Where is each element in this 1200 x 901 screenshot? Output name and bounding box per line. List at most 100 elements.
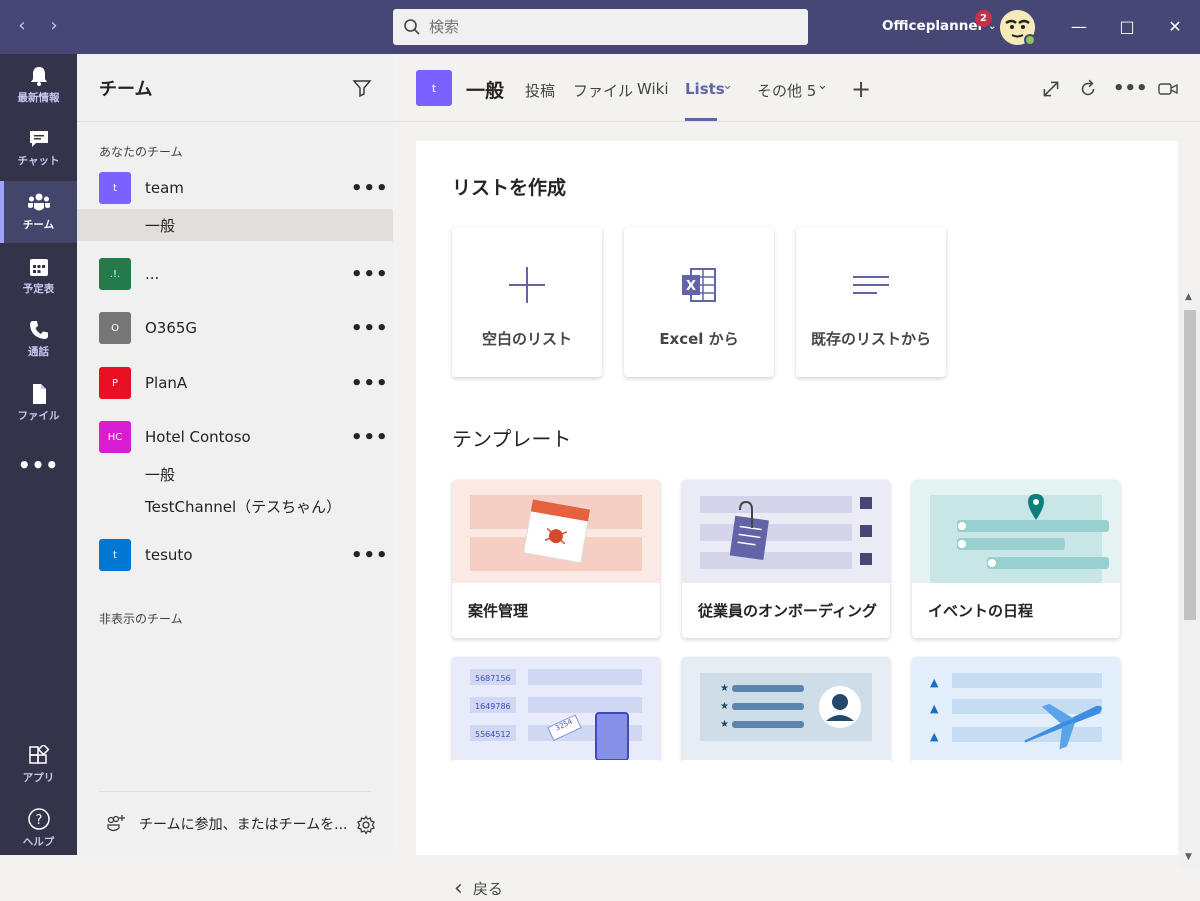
create-list-heading: リストを作成 [452,177,567,199]
template-card-onboarding[interactable]: 従業員のオンボーディング [682,480,890,638]
rail-label: ヘルプ [22,836,55,848]
meet-video-icon[interactable] [1157,78,1179,100]
team-row[interactable]: HC Hotel Contoso ••• [77,417,393,457]
rail-activity[interactable]: 最新情報 [0,54,77,116]
team-avatar: HC [99,421,131,453]
more-icon: ••• [17,453,60,477]
more-options-icon[interactable]: ••• [351,178,389,199]
asset-number: 5687156 [475,674,511,683]
back-arrow-icon[interactable]: ‹ [8,12,36,40]
team-name: Hotel Contoso [145,428,251,446]
blank-list-card[interactable]: 空白のリスト [452,227,602,377]
expand-icon[interactable] [1040,78,1062,100]
teams-pane: チーム あなたのチーム t team ••• 一般 .!. ... ••• O … [77,54,393,855]
account-name: Officeplanner [882,18,985,34]
channel-item[interactable]: TestChannel（テスちゃん） [77,490,393,522]
hidden-teams-label[interactable]: 非表示のチーム [99,610,183,627]
channel-item[interactable]: 一般 [77,458,393,490]
rail-chat[interactable]: チャット [0,117,77,179]
more-options-icon[interactable]: ••• [351,545,389,566]
teams-icon [27,193,50,211]
card-label: Excel から [659,330,739,348]
team-avatar: .!. [99,258,131,290]
template-label: イベントの日程 [928,602,1034,620]
search-box[interactable] [393,9,808,45]
asset-number: 5564512 [475,730,511,739]
channel-item[interactable]: 一般 [77,209,393,241]
excel-import-card[interactable]: X Excel から [624,227,774,377]
presence-available-icon [1024,34,1036,46]
gear-icon[interactable] [356,815,376,835]
tab-more[interactable]: その他 5 [757,80,816,101]
svg-text:▲: ▲ [930,730,939,743]
scroll-down-icon[interactable]: ▼ [1185,852,1192,862]
chat-icon [29,131,48,147]
more-options-icon[interactable]: ••• [351,318,389,339]
team-row[interactable]: t tesuto ••• [77,535,393,575]
template-label: 従業員のオンボーディング [698,602,877,620]
scrollbar-thumb[interactable] [1184,310,1196,620]
more-options-icon[interactable]: ••• [1113,78,1148,100]
tab-files[interactable]: ファイル [573,80,633,101]
plus-icon [509,267,545,303]
rail-apps[interactable]: アプリ [0,734,77,796]
template-card-issue-tracker[interactable]: 案件管理 [452,480,660,638]
back-button[interactable]: ‹ 戻る [454,875,503,901]
add-tab-icon[interactable]: + [851,75,871,103]
scroll-up-icon[interactable]: ▲ [1185,292,1192,302]
team-row[interactable]: t team ••• [77,168,393,208]
rail-label: 最新情報 [17,92,60,104]
team-avatar: t [99,539,131,571]
scrollbar[interactable]: ▲ ▼ [1180,290,1200,868]
channel-title: 一般 [466,80,505,102]
tab-lists[interactable]: Lists [685,80,725,98]
svg-text:X: X [686,279,696,294]
rail-teams[interactable]: チーム [0,181,77,243]
forward-arrow-icon[interactable]: › [40,12,68,40]
phone-icon [29,321,48,339]
rail-label: ファイル [17,410,60,422]
rail-more[interactable]: ••• [0,434,77,496]
minimize-icon[interactable]: — [1064,12,1094,42]
rail-label: 予定表 [22,283,55,295]
svg-text:★: ★ [720,701,729,712]
more-options-icon[interactable]: ••• [351,373,389,394]
join-create-team-button[interactable]: チームに参加、またはチームを... [105,814,348,834]
search-input[interactable] [429,18,789,36]
close-icon[interactable]: ✕ [1160,12,1190,42]
chevron-left-icon: ‹ [454,875,463,901]
more-options-icon[interactable]: ••• [351,264,389,285]
existing-list-card[interactable]: 既存のリストから [796,227,946,377]
tab-posts[interactable]: 投稿 [525,80,555,101]
chevron-down-icon[interactable]: ⌄ [817,78,828,93]
team-name: team [145,179,184,197]
team-name: PlanA [145,374,188,392]
app-rail: 最新情報 チャット チーム 予定表 通話 ファイル ••• アプリ ? ヘルプ [0,54,77,855]
clipboard-checklist-illustration [682,480,890,583]
tab-wiki[interactable]: Wiki [637,80,669,98]
rail-help[interactable]: ? ヘルプ [0,797,77,859]
rail-calendar[interactable]: 予定表 [0,245,77,307]
svg-text:★: ★ [720,683,729,694]
team-avatar: O [99,312,131,344]
file-icon [32,384,46,404]
calendar-bug-illustration [452,480,660,583]
refresh-icon[interactable] [1077,78,1099,100]
svg-text:★: ★ [720,719,729,730]
rail-label: チャット [17,155,60,167]
excel-icon: X [682,268,716,302]
profile-rating-illustration: ★ ★ ★ [682,657,890,760]
bell-icon [30,67,47,86]
rail-label: 通話 [28,346,49,358]
template-card-event-itinerary[interactable]: イベントの日程 [912,480,1120,638]
chevron-down-icon[interactable]: ⌄ [722,78,733,93]
team-row[interactable]: P PlanA ••• [77,363,393,403]
rail-files[interactable]: ファイル [0,372,77,434]
team-row[interactable]: O O365G ••• [77,308,393,348]
rail-calls[interactable]: 通話 [0,308,77,370]
map-pin-timeline-illustration [912,480,1120,583]
maximize-icon[interactable]: □ [1112,12,1142,42]
filter-icon[interactable] [352,78,372,98]
more-options-icon[interactable]: ••• [351,427,389,448]
team-row[interactable]: .!. ... ••• [77,254,393,294]
